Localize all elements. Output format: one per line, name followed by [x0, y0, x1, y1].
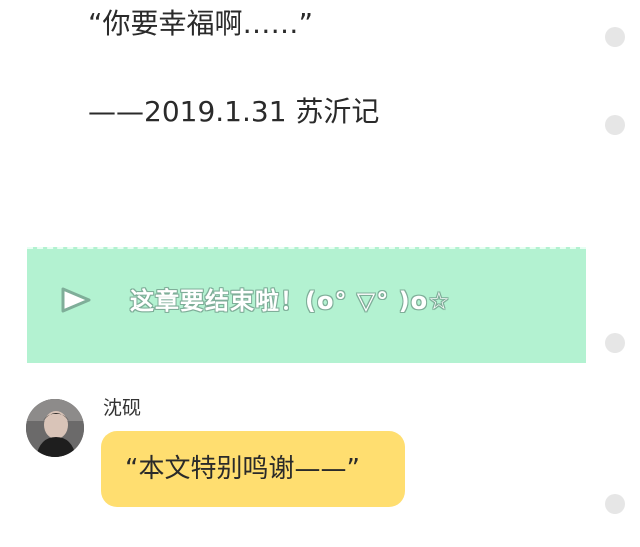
play-icon: [61, 287, 91, 313]
banner-text: 这章要结束啦！(o° ▽° )o☆: [130, 287, 451, 315]
story-quote-line: “你要幸福啊……”: [88, 7, 314, 40]
side-dot-icon[interactable]: [605, 115, 625, 135]
side-dot-icon[interactable]: [605, 27, 625, 47]
story-signature-line: ——2019.1.31 苏沂记: [88, 95, 380, 128]
avatar[interactable]: [26, 399, 84, 457]
avatar-image: [26, 399, 84, 457]
chapter-end-banner: 这章要结束啦！(o° ▽° )o☆: [27, 247, 586, 363]
comment-author-name: 沈砚: [103, 397, 142, 419]
banner-divider: [27, 247, 586, 249]
comment-message: “本文特别鸣谢——”: [125, 454, 360, 484]
side-dot-icon[interactable]: [605, 494, 625, 514]
comment-bubble: “本文特别鸣谢——”: [101, 431, 405, 507]
side-dot-icon[interactable]: [605, 333, 625, 353]
